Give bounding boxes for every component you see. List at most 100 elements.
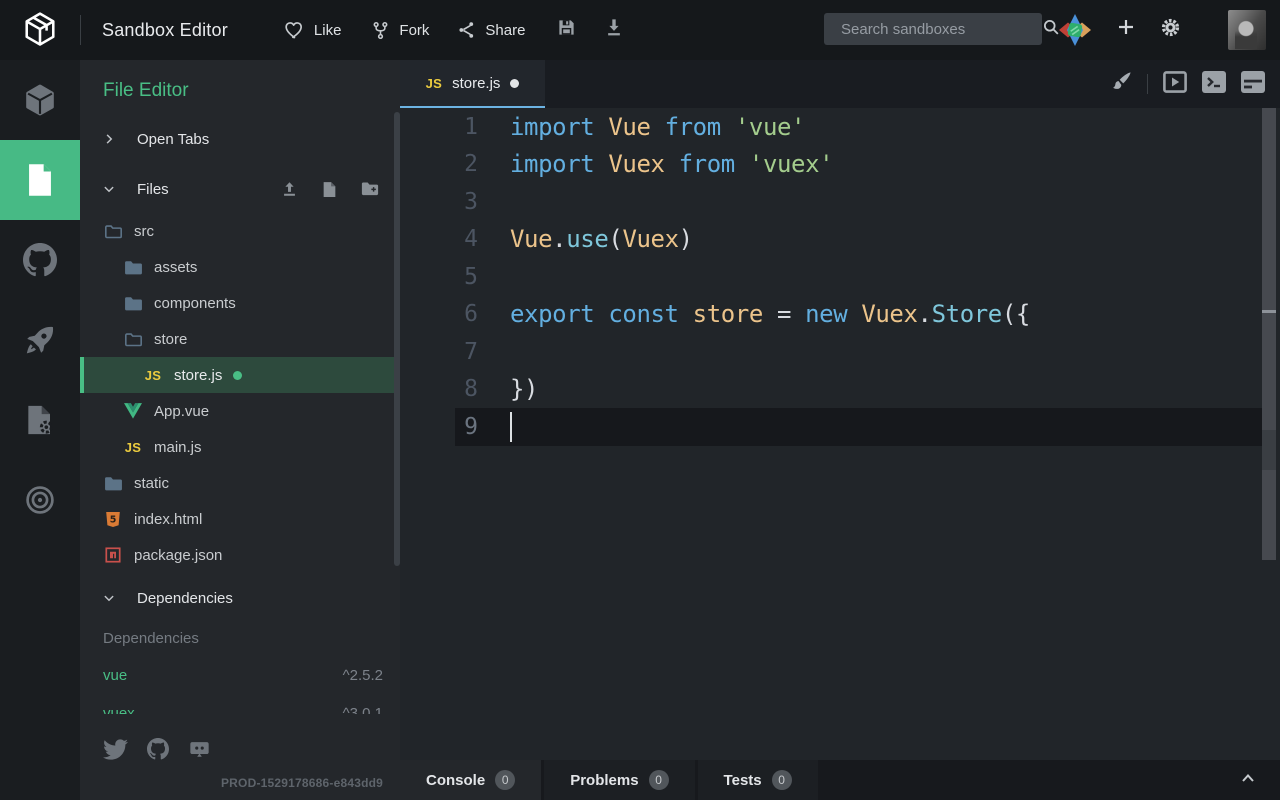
tree-item-static[interactable]: static [80, 465, 400, 501]
new-file-button[interactable] [318, 177, 341, 202]
sandbox-search [824, 13, 1042, 45]
svg-text:5: 5 [110, 514, 117, 525]
devtools-tab-tests[interactable]: Tests0 [698, 760, 818, 800]
explorer-scrollbar[interactable] [394, 112, 400, 566]
devtools-tab-problems[interactable]: Problems0 [544, 760, 694, 800]
dependency-version: ^3.0.1 [343, 705, 383, 715]
page-title: Sandbox Editor [102, 20, 228, 41]
panel-layout-icon [1241, 71, 1265, 98]
like-button[interactable]: Like [284, 20, 342, 40]
codesandbox-logo[interactable] [0, 10, 80, 51]
github-link[interactable] [147, 738, 169, 760]
code-line-4[interactable]: 4Vue.use(Vuex) [400, 221, 1280, 259]
tree-item-store[interactable]: store [80, 321, 400, 357]
console-panel-button[interactable] [1241, 71, 1265, 98]
code-line-1[interactable]: 1import Vue from 'vue' [400, 108, 1280, 146]
tree-item-package-json[interactable]: package.json [80, 537, 400, 573]
code-line-9[interactable]: 9 [400, 408, 1280, 446]
code-editor[interactable]: 1import Vue from 'vue'2import Vuex from … [400, 108, 1280, 760]
rail-item-file-explorer[interactable] [0, 140, 80, 220]
rocket-icon [25, 325, 55, 355]
tree-item-src[interactable]: src [80, 213, 400, 249]
terminal-icon [1202, 71, 1226, 98]
search-input[interactable] [839, 20, 1042, 39]
rail-item-live[interactable] [0, 460, 80, 540]
twitter-icon [103, 739, 128, 760]
new-file-icon [320, 179, 339, 200]
file-gear-icon [25, 404, 55, 436]
tree-item-components[interactable]: components [80, 285, 400, 321]
expand-devtools-button[interactable] [1240, 760, 1256, 800]
files-actions [277, 177, 400, 202]
editor-scrollbar[interactable] [1262, 108, 1276, 560]
download-icon [605, 18, 623, 42]
devtools-tab-label: Tests [724, 772, 762, 789]
code-line-5[interactable]: 5 [400, 258, 1280, 296]
code-line-2[interactable]: 2import Vuex from 'vuex' [400, 146, 1280, 184]
rail-item-config-files[interactable] [0, 380, 80, 460]
new-folder-button[interactable] [357, 177, 383, 202]
terminal-button[interactable] [1202, 71, 1226, 98]
tree-item-assets[interactable]: assets [80, 249, 400, 285]
open-tabs-section[interactable]: Open Tabs [80, 121, 400, 157]
line-number: 6 [400, 301, 478, 327]
download-button[interactable] [605, 18, 623, 42]
save-icon [557, 18, 576, 42]
count-badge: 0 [649, 770, 669, 790]
twitter-link[interactable] [103, 739, 128, 760]
files-section[interactable]: Files [80, 171, 400, 207]
code-line-6[interactable]: 6export const store = new Vuex.Store({ [400, 296, 1280, 334]
dependency-name: vue [103, 667, 127, 684]
line-number: 4 [400, 226, 478, 252]
dependency-vue[interactable]: vue^2.5.2 [80, 656, 400, 694]
actions-divider [1147, 74, 1148, 94]
code-line-8[interactable]: 8}) [400, 371, 1280, 409]
code-line-7[interactable]: 7 [400, 333, 1280, 371]
tree-item-store-js[interactable]: JSstore.js [80, 357, 400, 393]
tab-store-js[interactable]: JS store.js [400, 60, 545, 108]
tree-item-index-html[interactable]: 5 index.html [80, 501, 400, 537]
user-avatar[interactable] [1228, 10, 1266, 50]
devtools-tab-label: Console [426, 772, 485, 789]
count-badge: 0 [495, 770, 515, 790]
tree-item-main-js[interactable]: JSmain.js [80, 429, 400, 465]
dependencies-section[interactable]: Dependencies [80, 580, 400, 616]
upload-file-button[interactable] [277, 177, 302, 202]
paintbrush-icon [1111, 71, 1132, 97]
file-name: store.js [174, 367, 222, 384]
broadcast-icon [24, 484, 56, 516]
preferences-button[interactable] [1160, 17, 1184, 41]
dependency-vuex[interactable]: vuex ^3.0.1 [80, 694, 400, 714]
file-name: store [154, 331, 187, 348]
sandbox-editor-app: Sandbox Editor Like Fork Share [0, 0, 1280, 800]
files-label: Files [137, 181, 169, 198]
file-name: index.html [134, 511, 202, 528]
open-preview-button[interactable] [1163, 71, 1187, 98]
code-line-3[interactable]: 3 [400, 183, 1280, 221]
folder-icon [123, 296, 143, 311]
top-bar: Sandbox Editor Like Fork Share [0, 0, 1280, 60]
tree-item-App-vue[interactable]: App.vue [80, 393, 400, 429]
rail-item-github[interactable] [0, 220, 80, 300]
prettify-button[interactable] [1111, 71, 1132, 97]
patron-badge-icon[interactable] [1057, 13, 1093, 47]
vue-file-icon [123, 403, 143, 419]
file-name: static [134, 475, 169, 492]
share-icon [457, 20, 476, 40]
dependencies-list: vue^2.5.2 vuex ^3.0.1 [80, 656, 400, 714]
line-number: 2 [400, 151, 478, 177]
dependency-name: vuex [103, 705, 135, 715]
save-button[interactable] [557, 18, 576, 42]
chevron-right-icon [103, 133, 116, 145]
share-button[interactable]: Share [457, 20, 525, 40]
rail-item-sandbox-info[interactable] [0, 60, 80, 140]
discord-link[interactable] [188, 738, 211, 760]
devtools-tab-console[interactable]: Console 0 [400, 760, 541, 800]
line-number: 3 [400, 189, 478, 215]
folder-icon [103, 476, 123, 491]
new-sandbox-button[interactable] [1113, 16, 1139, 42]
rail-item-deployment[interactable] [0, 300, 80, 380]
fork-label: Fork [399, 22, 429, 39]
fork-button[interactable]: Fork [371, 20, 429, 41]
unsaved-dot-icon [510, 79, 519, 88]
